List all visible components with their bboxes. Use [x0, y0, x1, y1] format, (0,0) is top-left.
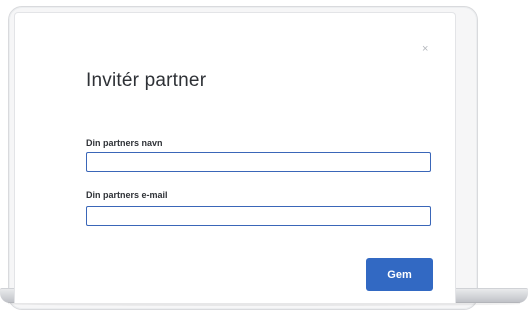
partner-email-input[interactable] [86, 206, 431, 226]
dialog-title: Invitér partner [86, 70, 207, 91]
partner-name-label: Din partners navn [86, 138, 163, 148]
partner-name-input[interactable] [86, 152, 431, 172]
save-button[interactable]: Gem [366, 258, 433, 291]
laptop-mockup: × Invitér partner Din partners navn Din … [0, 0, 528, 334]
partner-email-label: Din partners e-mail [86, 190, 168, 200]
close-icon[interactable]: × [422, 44, 428, 55]
